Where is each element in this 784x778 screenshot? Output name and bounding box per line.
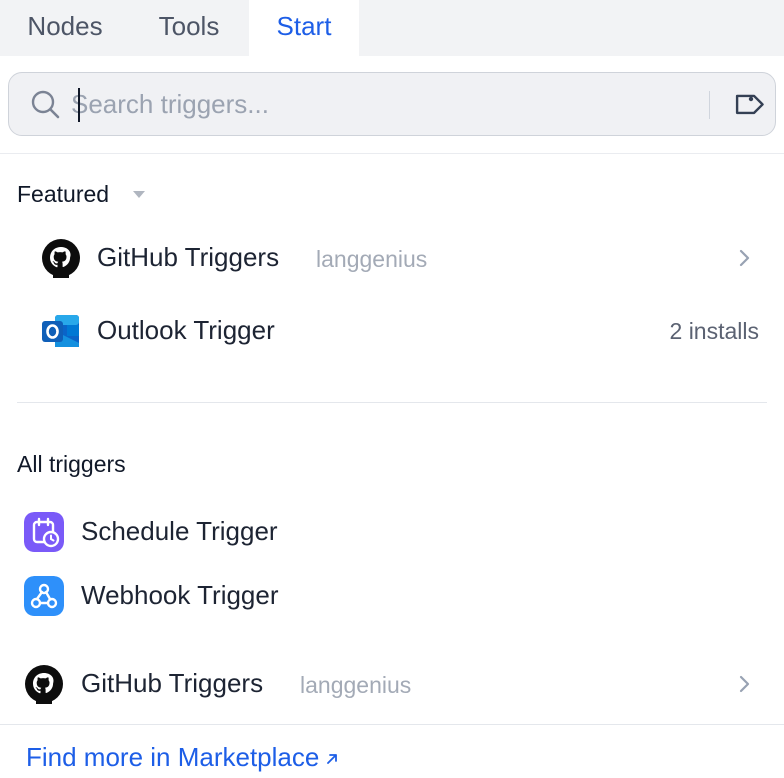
webhook-icon [24,576,64,616]
tag-icon[interactable] [729,87,765,123]
all-triggers-title: All triggers [17,451,126,477]
search-icon [31,90,60,119]
arrow-up-right-icon [327,754,338,764]
chevron-right-icon[interactable] [737,249,753,267]
item-name: Webhook Trigger [81,580,279,610]
item-author: langgenius [300,672,412,698]
text-cursor [78,88,80,122]
search-divider [709,91,710,119]
install-count: 2 installs [669,318,759,344]
collapse-caret-icon[interactable] [133,191,145,198]
footer-separator [0,724,784,725]
featured-item-github[interactable]: GitHub Triggers langgenius [17,229,767,287]
search-input[interactable] [71,83,671,125]
schedule-icon [24,512,64,552]
outlook-icon [42,315,79,347]
item-author: langgenius [316,246,428,272]
tab-nodes[interactable]: Nodes [0,0,130,56]
item-name: Outlook Trigger [97,315,275,345]
trigger-item-github[interactable]: GitHub Triggers langgenius [17,655,767,713]
tab-start[interactable]: Start [249,0,359,56]
item-name: GitHub Triggers [81,668,264,698]
trigger-item-webhook[interactable]: Webhook Trigger [17,567,767,625]
github-icon [25,665,63,704]
marketplace-link[interactable]: Find more in Marketplace [26,742,339,773]
item-name: GitHub Triggers [97,242,280,272]
section-divider [17,402,767,403]
github-icon [42,239,80,278]
featured-item-outlook[interactable]: Outlook Trigger 2 installs [17,302,767,360]
marketplace-link-label: Find more in Marketplace [26,742,320,772]
tab-tools[interactable]: Tools [130,0,248,56]
featured-title: Featured [17,181,110,207]
search-box [8,72,776,136]
item-name: Schedule Trigger [81,516,278,546]
chevron-right-icon[interactable] [737,675,753,693]
search-separator [0,153,784,154]
tab-bar: Nodes Tools Start [0,0,784,56]
trigger-item-schedule[interactable]: Schedule Trigger [17,503,767,561]
